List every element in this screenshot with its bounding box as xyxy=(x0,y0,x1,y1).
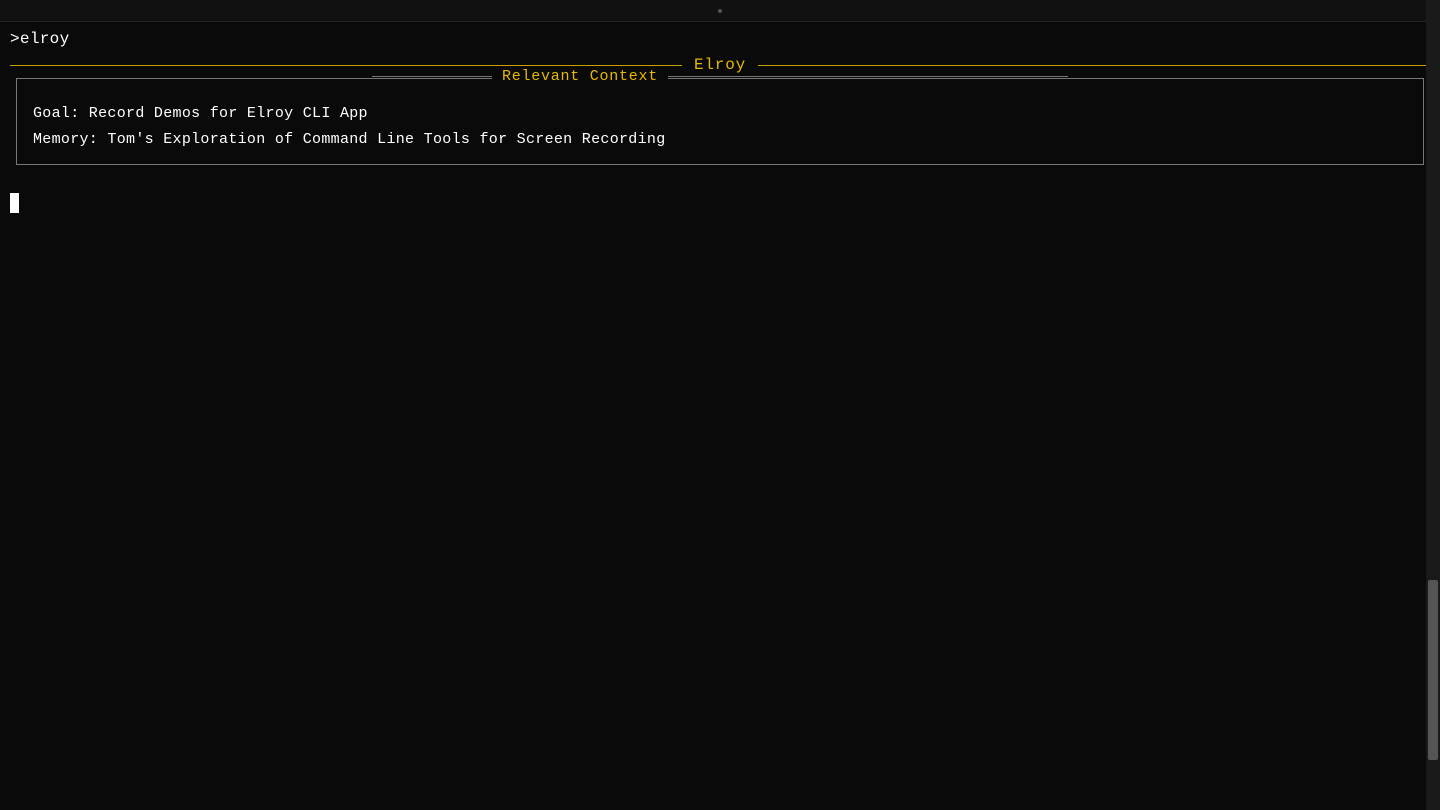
command-prompt: >elroy xyxy=(10,30,1430,48)
elroy-header-line-right xyxy=(758,65,1430,66)
scrollbar-thumb[interactable] xyxy=(1428,580,1438,760)
context-box: Relevant Context Goal: Record Demos for … xyxy=(16,78,1424,165)
title-bar-dot xyxy=(718,9,722,13)
elroy-header-line-left xyxy=(10,65,682,66)
context-box-wrapper: Relevant Context Goal: Record Demos for … xyxy=(10,78,1430,165)
cursor xyxy=(10,193,19,213)
relevant-context-label: Relevant Context xyxy=(492,68,668,85)
terminal-content: >elroy Elroy Relevant Context Goal: Reco… xyxy=(0,22,1440,221)
context-label-row: Relevant Context xyxy=(17,68,1423,85)
goal-line: Goal: Record Demos for Elroy CLI App xyxy=(33,101,1407,127)
title-bar xyxy=(0,0,1440,22)
context-label-line-right xyxy=(668,76,1068,77)
context-label-line-left xyxy=(372,76,492,77)
terminal-container: >elroy Elroy Relevant Context Goal: Reco… xyxy=(0,0,1440,810)
scrollbar[interactable] xyxy=(1426,0,1440,810)
context-content: Goal: Record Demos for Elroy CLI App Mem… xyxy=(33,93,1407,152)
memory-line: Memory: Tom's Exploration of Command Lin… xyxy=(33,127,1407,153)
